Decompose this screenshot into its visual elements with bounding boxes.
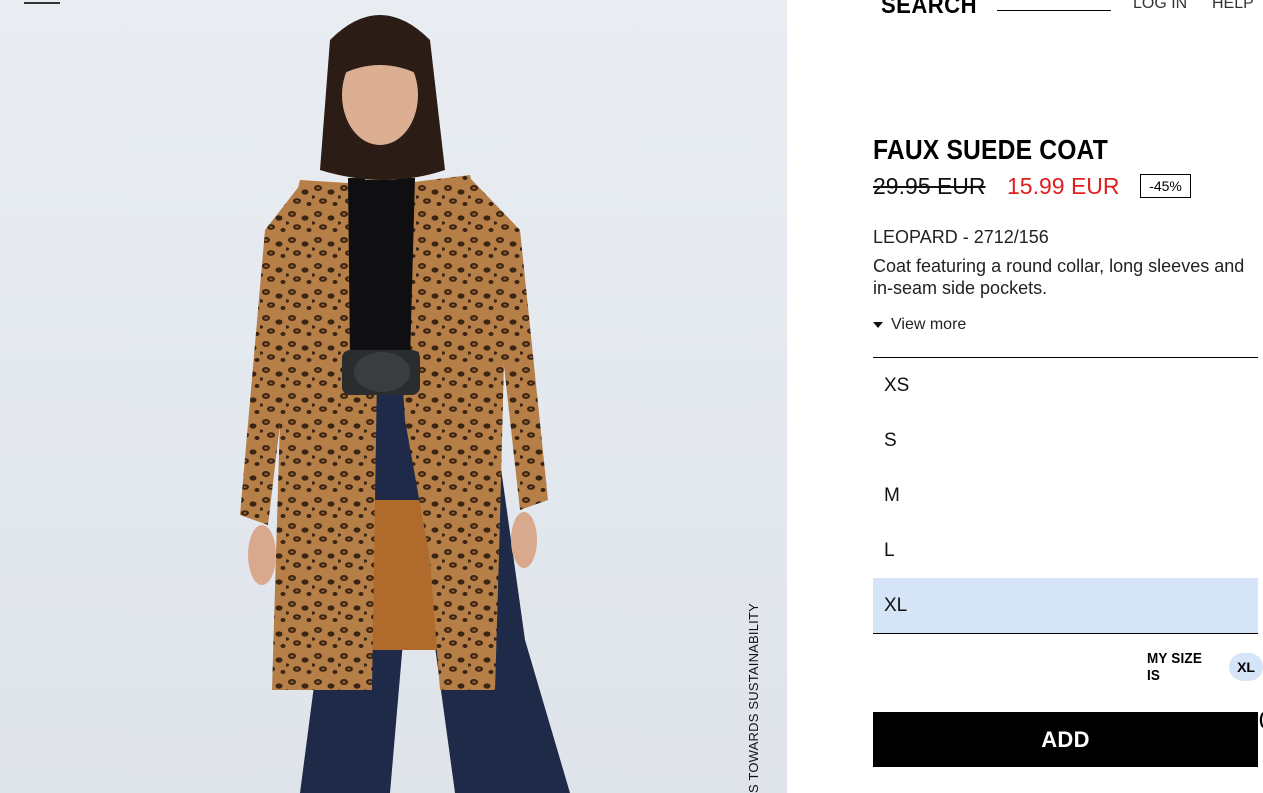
- size-option[interactable]: S: [873, 413, 1258, 468]
- size-option[interactable]: M: [873, 468, 1258, 523]
- my-size-indicator[interactable]: MY SIZE IS XL: [1139, 650, 1263, 684]
- view-more-button[interactable]: View more: [873, 316, 966, 334]
- sale-price: 15.99 EUR: [1007, 173, 1120, 199]
- original-price: 29.95 EUR: [873, 173, 986, 199]
- login-link[interactable]: LOG IN: [1133, 0, 1187, 13]
- search-link[interactable]: SEARCH: [881, 0, 977, 20]
- product-image-panel: S TOWARDS SUSTAINABILITY: [0, 0, 787, 793]
- view-more-label: View more: [891, 316, 967, 333]
- size-option[interactable]: XS: [873, 358, 1258, 413]
- sustainability-caption[interactable]: S TOWARDS SUSTAINABILITY: [746, 603, 761, 793]
- size-option-selected[interactable]: XL: [873, 578, 1258, 633]
- product-title: FAUX SUEDE COAT: [873, 134, 1108, 165]
- size-option[interactable]: L: [873, 523, 1258, 578]
- product-description: Coat featuring a round collar, long slee…: [873, 256, 1245, 298]
- size-selector: XS S M L XL: [873, 357, 1258, 634]
- my-size-label: MY SIZE IS: [1147, 650, 1203, 684]
- search-input-underline[interactable]: [997, 10, 1111, 11]
- caret-down-icon: [873, 322, 883, 328]
- help-link[interactable]: HELP: [1212, 0, 1254, 13]
- edge-glyph: (: [1259, 711, 1263, 729]
- add-to-cart-button[interactable]: ADD: [873, 712, 1258, 767]
- discount-badge: -45%: [1140, 174, 1191, 198]
- color-reference: LEOPARD - 2712/156: [873, 227, 1049, 247]
- my-size-badge: XL: [1229, 653, 1263, 681]
